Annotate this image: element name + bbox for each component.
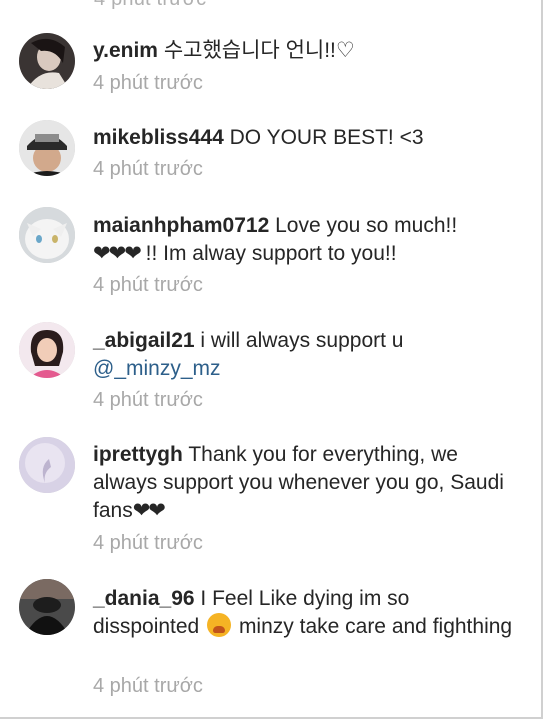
comment-username[interactable]: _dania_96 — [93, 587, 195, 610]
partial-timestamp: 4 phút trước — [94, 0, 206, 11]
mention-link[interactable]: @_minzy_mz — [93, 357, 221, 380]
comment-time: 4 phút trước — [93, 72, 203, 94]
comment-text: DO YOUR BEST! <3 — [229, 126, 424, 149]
user-avatar[interactable] — [19, 33, 75, 89]
crying-face-emoji-icon — [207, 613, 232, 637]
comment-username[interactable]: iprettygh — [93, 443, 183, 466]
comment-text: Love you so much!! — [275, 214, 458, 237]
comment-username[interactable]: mikebliss444 — [93, 126, 224, 149]
comment-time: 4 phút trước — [93, 389, 203, 411]
comment-time: 4 phút trước — [93, 158, 203, 180]
comment-body: iprettygh Thank you for everything, we a… — [93, 441, 513, 525]
comment-text: 수고했습니다 언니!!♡ — [163, 39, 355, 62]
comment-list: 4 phút trước y.enim 수고했습니다 언니!!♡ 4 phút … — [0, 0, 543, 719]
comment-time: 4 phút trước — [93, 532, 203, 554]
comment-text: i will always support u — [200, 329, 404, 352]
user-avatar[interactable] — [19, 437, 75, 493]
comment-username[interactable]: y.enim — [93, 39, 158, 62]
user-avatar[interactable] — [19, 322, 75, 378]
comment-text-continued: !! Im alway support to you!! — [145, 242, 397, 265]
heart-emoji-icon: ❤❤❤ — [93, 242, 142, 265]
comment-body: _dania_96 I Feel Like dying im so disspo… — [93, 585, 513, 641]
comment-text-continued: minzy take care and fighthing — [238, 615, 513, 638]
user-avatar-icon — [19, 322, 75, 378]
user-avatar[interactable] — [19, 207, 75, 263]
comment-body: y.enim 수고했습니다 언니!!♡ — [93, 37, 513, 65]
user-avatar-icon — [19, 579, 75, 635]
comment-time: 4 phút trước — [93, 274, 203, 296]
comment-body: maianhpham0712 Love you so much!! ❤❤❤ !!… — [93, 212, 513, 268]
user-avatar-icon — [19, 120, 75, 176]
comment-body: _abigail21 i will always support u @_min… — [93, 327, 513, 383]
user-avatar[interactable] — [19, 120, 75, 176]
user-avatar[interactable] — [19, 579, 75, 635]
comment-time: 4 phút trước — [93, 675, 203, 697]
user-avatar-icon — [19, 33, 75, 89]
cat-avatar-icon — [19, 207, 75, 263]
comment-body: mikebliss444 DO YOUR BEST! <3 — [93, 124, 513, 152]
heart-emoji-icon: ❤❤ — [132, 499, 166, 522]
comment-username[interactable]: _abigail21 — [93, 329, 195, 352]
comment-username[interactable]: maianhpham0712 — [93, 214, 269, 237]
default-avatar-icon — [19, 437, 75, 493]
